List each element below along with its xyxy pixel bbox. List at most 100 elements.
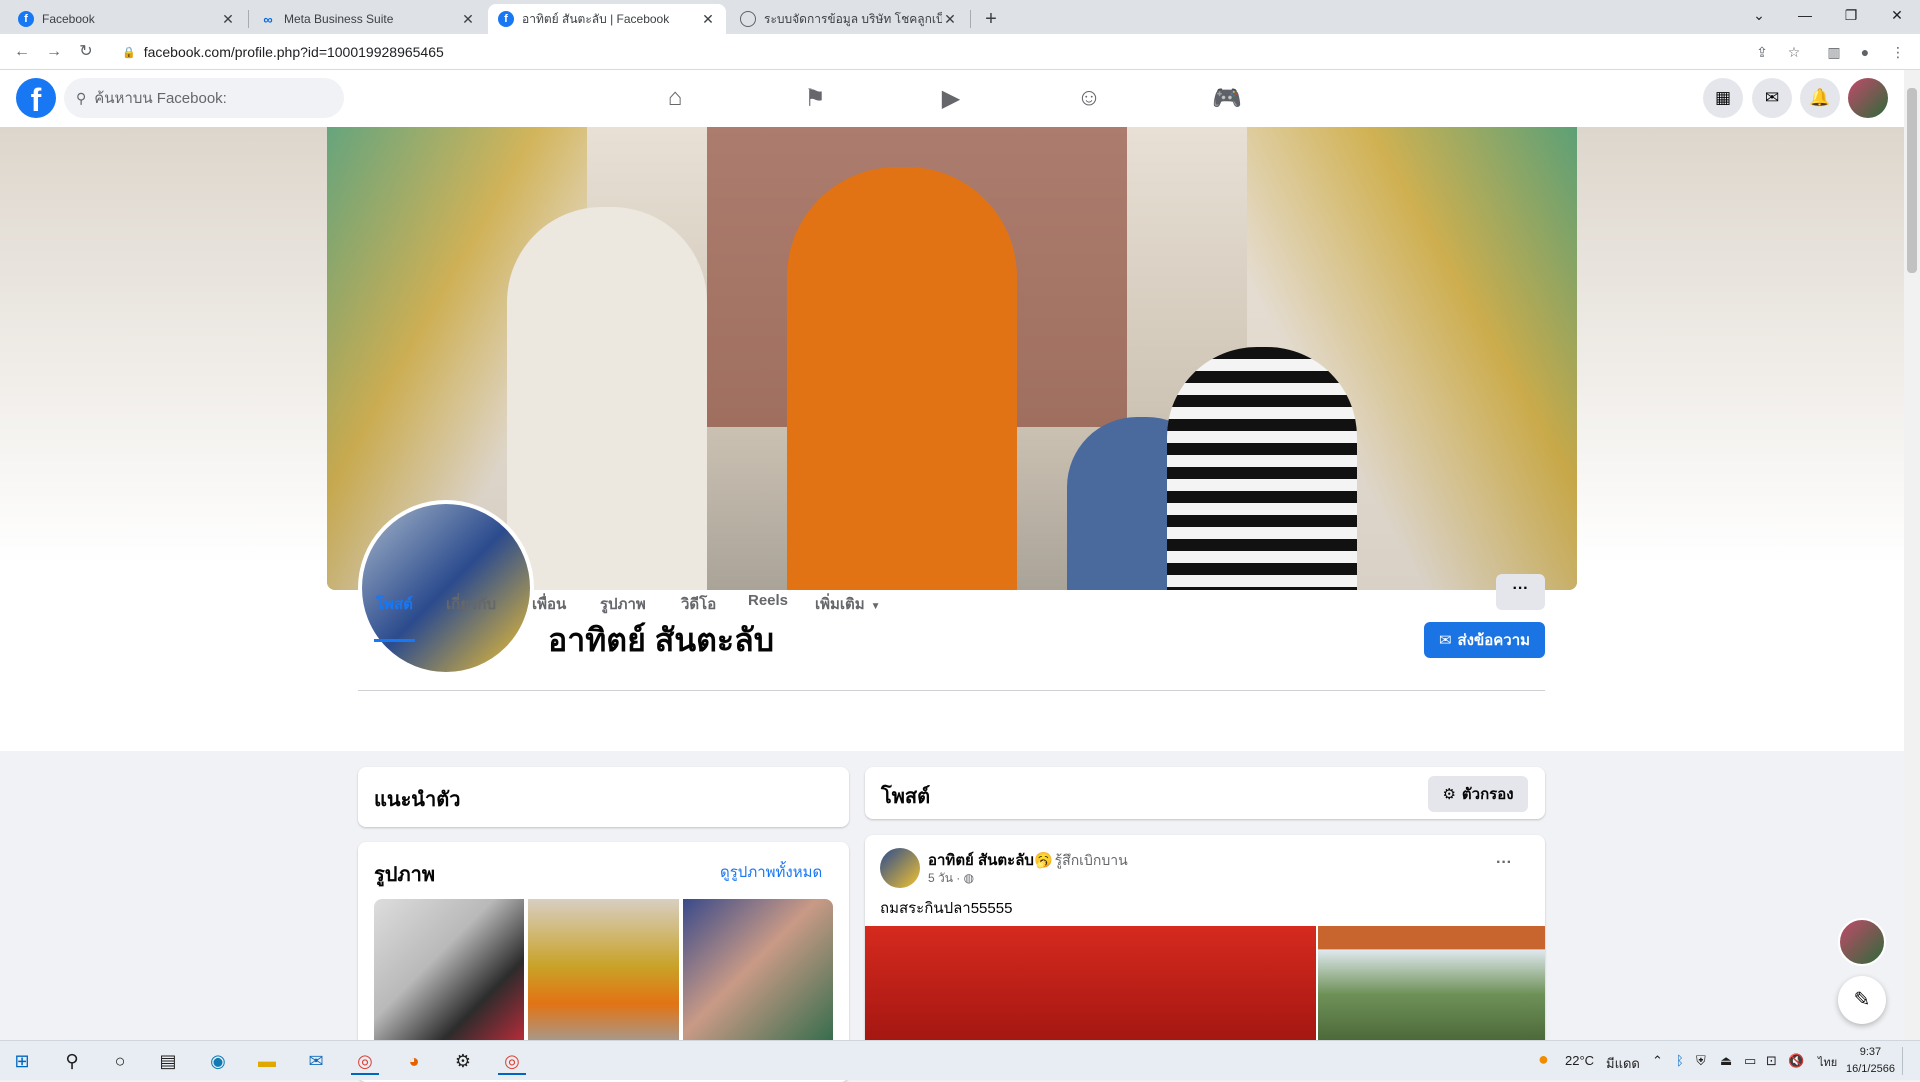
edge-browser-icon[interactable]: ◉ [204, 1047, 232, 1075]
browser-tab-strip: f Facebook ✕ ∞ Meta Business Suite ✕ f อ… [0, 0, 1920, 34]
notifications-bell-icon[interactable]: 🔔 [1800, 78, 1840, 118]
search-icon[interactable]: ⚲ [58, 1047, 86, 1075]
menu-grid-icon[interactable]: ▦ [1703, 78, 1743, 118]
weather-desc[interactable]: มีแดด [1606, 1053, 1640, 1074]
photos-title: รูปภาพ [374, 864, 436, 886]
input-language[interactable]: ไทย [1818, 1053, 1837, 1071]
file-explorer-icon[interactable]: ▬ [253, 1047, 281, 1075]
cover-photo[interactable] [327, 127, 1577, 590]
tab-close-icon[interactable]: ✕ [942, 11, 958, 28]
share-icon[interactable]: ⇪ [1750, 40, 1774, 64]
intro-title: แนะนำตัว [374, 789, 461, 811]
security-shield-icon[interactable]: ⛨ [1696, 1053, 1706, 1069]
gaming-icon[interactable]: 🎮 [1172, 74, 1282, 122]
post-text: ถมสระกินปลา55555 [880, 900, 1013, 917]
browser-tab-profile[interactable]: f อาทิตย์ สันตะลับ | Facebook ✕ [488, 4, 726, 34]
page-scrollbar-thumb[interactable] [1907, 88, 1917, 273]
tab-posts[interactable]: โพสต์ [374, 582, 415, 642]
post-time[interactable]: 5 วัน · [928, 871, 960, 885]
photo-thumbnail[interactable] [374, 899, 524, 1049]
mail-icon[interactable]: ✉ [302, 1047, 330, 1075]
public-globe-icon: ◍ [963, 871, 975, 885]
post-author-name[interactable]: อาทิตย์ สันตะลับ [928, 852, 1034, 869]
lock-icon: 🔒 [122, 46, 136, 59]
clock-date: 16/1/2566 [1846, 1063, 1895, 1075]
tab-close-icon[interactable]: ✕ [220, 11, 236, 28]
pages-flag-icon[interactable]: ⚑ [760, 74, 870, 122]
account-avatar[interactable] [1848, 78, 1888, 118]
browser-tab-company-system[interactable]: ระบบจัดการข้อมูล บริษัท โชคลูกเบ็ด จ... … [730, 4, 968, 34]
display-icon[interactable]: ▭ [1744, 1053, 1756, 1069]
post-options-button[interactable]: ··· [1496, 854, 1512, 872]
post-meta: 5 วัน · ◍ [928, 869, 974, 888]
facebook-search-input[interactable]: ⚲ ค้นหาบน Facebook: [64, 78, 344, 118]
task-view-icon[interactable]: ▤ [154, 1047, 182, 1075]
browser-menu-icon[interactable]: ⋮ [1886, 40, 1910, 64]
volume-muted-icon[interactable]: 🔇 [1788, 1053, 1804, 1069]
address-bar[interactable]: 🔒 facebook.com/profile.php?id=1000199289… [112, 37, 1752, 67]
tab-close-icon[interactable]: ✕ [460, 11, 476, 28]
tab-reels[interactable]: Reels [748, 582, 788, 642]
back-arrow-icon[interactable]: ← [10, 40, 34, 64]
post-author-avatar[interactable] [880, 848, 920, 888]
photo-thumbnail[interactable] [683, 899, 833, 1049]
send-message-button[interactable]: ✉ ส่งข้อความ [1424, 622, 1545, 658]
cortana-circle-icon[interactable]: ○ [106, 1047, 134, 1075]
chat-head-avatar[interactable] [1838, 918, 1886, 966]
tab-about[interactable]: เกี่ยวกับ [446, 582, 496, 642]
chevron-down-icon: ▼ [870, 601, 881, 612]
tab-divider [248, 10, 249, 28]
settings-gear-icon[interactable]: ⚙ [449, 1047, 477, 1075]
post-photo[interactable] [865, 926, 1316, 1040]
notification-center-icon[interactable] [1902, 1047, 1916, 1075]
close-window-icon[interactable]: ✕ [1874, 0, 1920, 30]
firefox-icon[interactable]: ◕ [400, 1047, 428, 1075]
post-photo[interactable] [1318, 926, 1545, 1040]
groups-icon[interactable]: ☺ [1034, 74, 1144, 122]
chrome-icon[interactable]: ◎ [498, 1047, 526, 1075]
profile-more-options-button[interactable]: ··· [1496, 574, 1545, 610]
watch-video-icon[interactable]: ▶ [896, 74, 1006, 122]
profile-account-icon[interactable]: ● [1853, 40, 1877, 64]
facebook-logo-icon[interactable]: f [16, 78, 56, 118]
chrome-icon[interactable]: ◎ [351, 1047, 379, 1075]
network-icon[interactable]: ⊡ [1766, 1053, 1777, 1069]
facebook-favicon-icon: f [18, 11, 34, 27]
url-text: facebook.com/profile.php?id=100019928965… [143, 44, 444, 60]
weather-temp[interactable]: 22°C [1565, 1053, 1594, 1068]
show-hidden-icons-chevron-icon[interactable]: ⌃ [1652, 1053, 1663, 1069]
tab-close-icon[interactable]: ✕ [700, 11, 716, 28]
weather-sun-icon: ● [1538, 1049, 1549, 1069]
usb-device-icon[interactable]: ⏏ [1720, 1053, 1732, 1069]
bluetooth-icon[interactable]: ᛒ [1676, 1053, 1684, 1068]
profile-divider [358, 690, 1545, 691]
tab-friends[interactable]: เพื่อน [532, 582, 566, 642]
search-icon: ⚲ [76, 89, 87, 106]
new-message-compose-icon[interactable]: ✎ [1838, 976, 1886, 1024]
browser-tab-facebook[interactable]: f Facebook ✕ [8, 4, 246, 34]
bookmark-star-icon[interactable]: ☆ [1782, 40, 1806, 64]
messenger-icon[interactable]: ✉ [1752, 78, 1792, 118]
cover-person-monk [787, 167, 1017, 590]
tab-more[interactable]: เพิ่มเติม ▼ [815, 582, 881, 642]
minimize-window-icon[interactable]: — [1782, 0, 1828, 30]
tab-search-chevron-icon[interactable]: ⌄ [1736, 0, 1782, 30]
new-tab-button[interactable]: + [978, 6, 1004, 32]
browser-tab-meta-business-suite[interactable]: ∞ Meta Business Suite ✕ [250, 4, 486, 34]
windows-taskbar: ⊞ ⚲ ○ ▤ ◉ ▬ ✉ ◎ ◕ ⚙ ◎ ● 22°C มีแดด ⌃ ᛒ ⛨… [0, 1040, 1920, 1080]
filter-button[interactable]: ⚙ ตัวกรอง [1428, 776, 1528, 812]
side-panel-icon[interactable]: ▥ [1822, 40, 1846, 64]
posts-title: โพสต์ [881, 786, 931, 808]
taskbar-clock[interactable]: 9:37 16/1/2566 [1846, 1044, 1895, 1078]
tab-photos[interactable]: รูปภาพ [600, 582, 646, 642]
see-all-photos-link[interactable]: ดูรูปภาพทั้งหมด [720, 860, 822, 884]
photo-thumbnail[interactable] [528, 899, 679, 1049]
restore-window-icon[interactable]: ❐ [1828, 0, 1874, 30]
tab-title: Facebook [42, 12, 95, 26]
home-icon[interactable]: ⌂ [620, 74, 730, 122]
reload-icon[interactable]: ↻ [74, 40, 98, 64]
tab-videos[interactable]: วิดีโอ [681, 582, 716, 642]
windows-start-icon[interactable]: ⊞ [8, 1047, 36, 1075]
intro-card: แนะนำตัว [358, 767, 849, 827]
forward-arrow-icon[interactable]: → [42, 40, 66, 64]
